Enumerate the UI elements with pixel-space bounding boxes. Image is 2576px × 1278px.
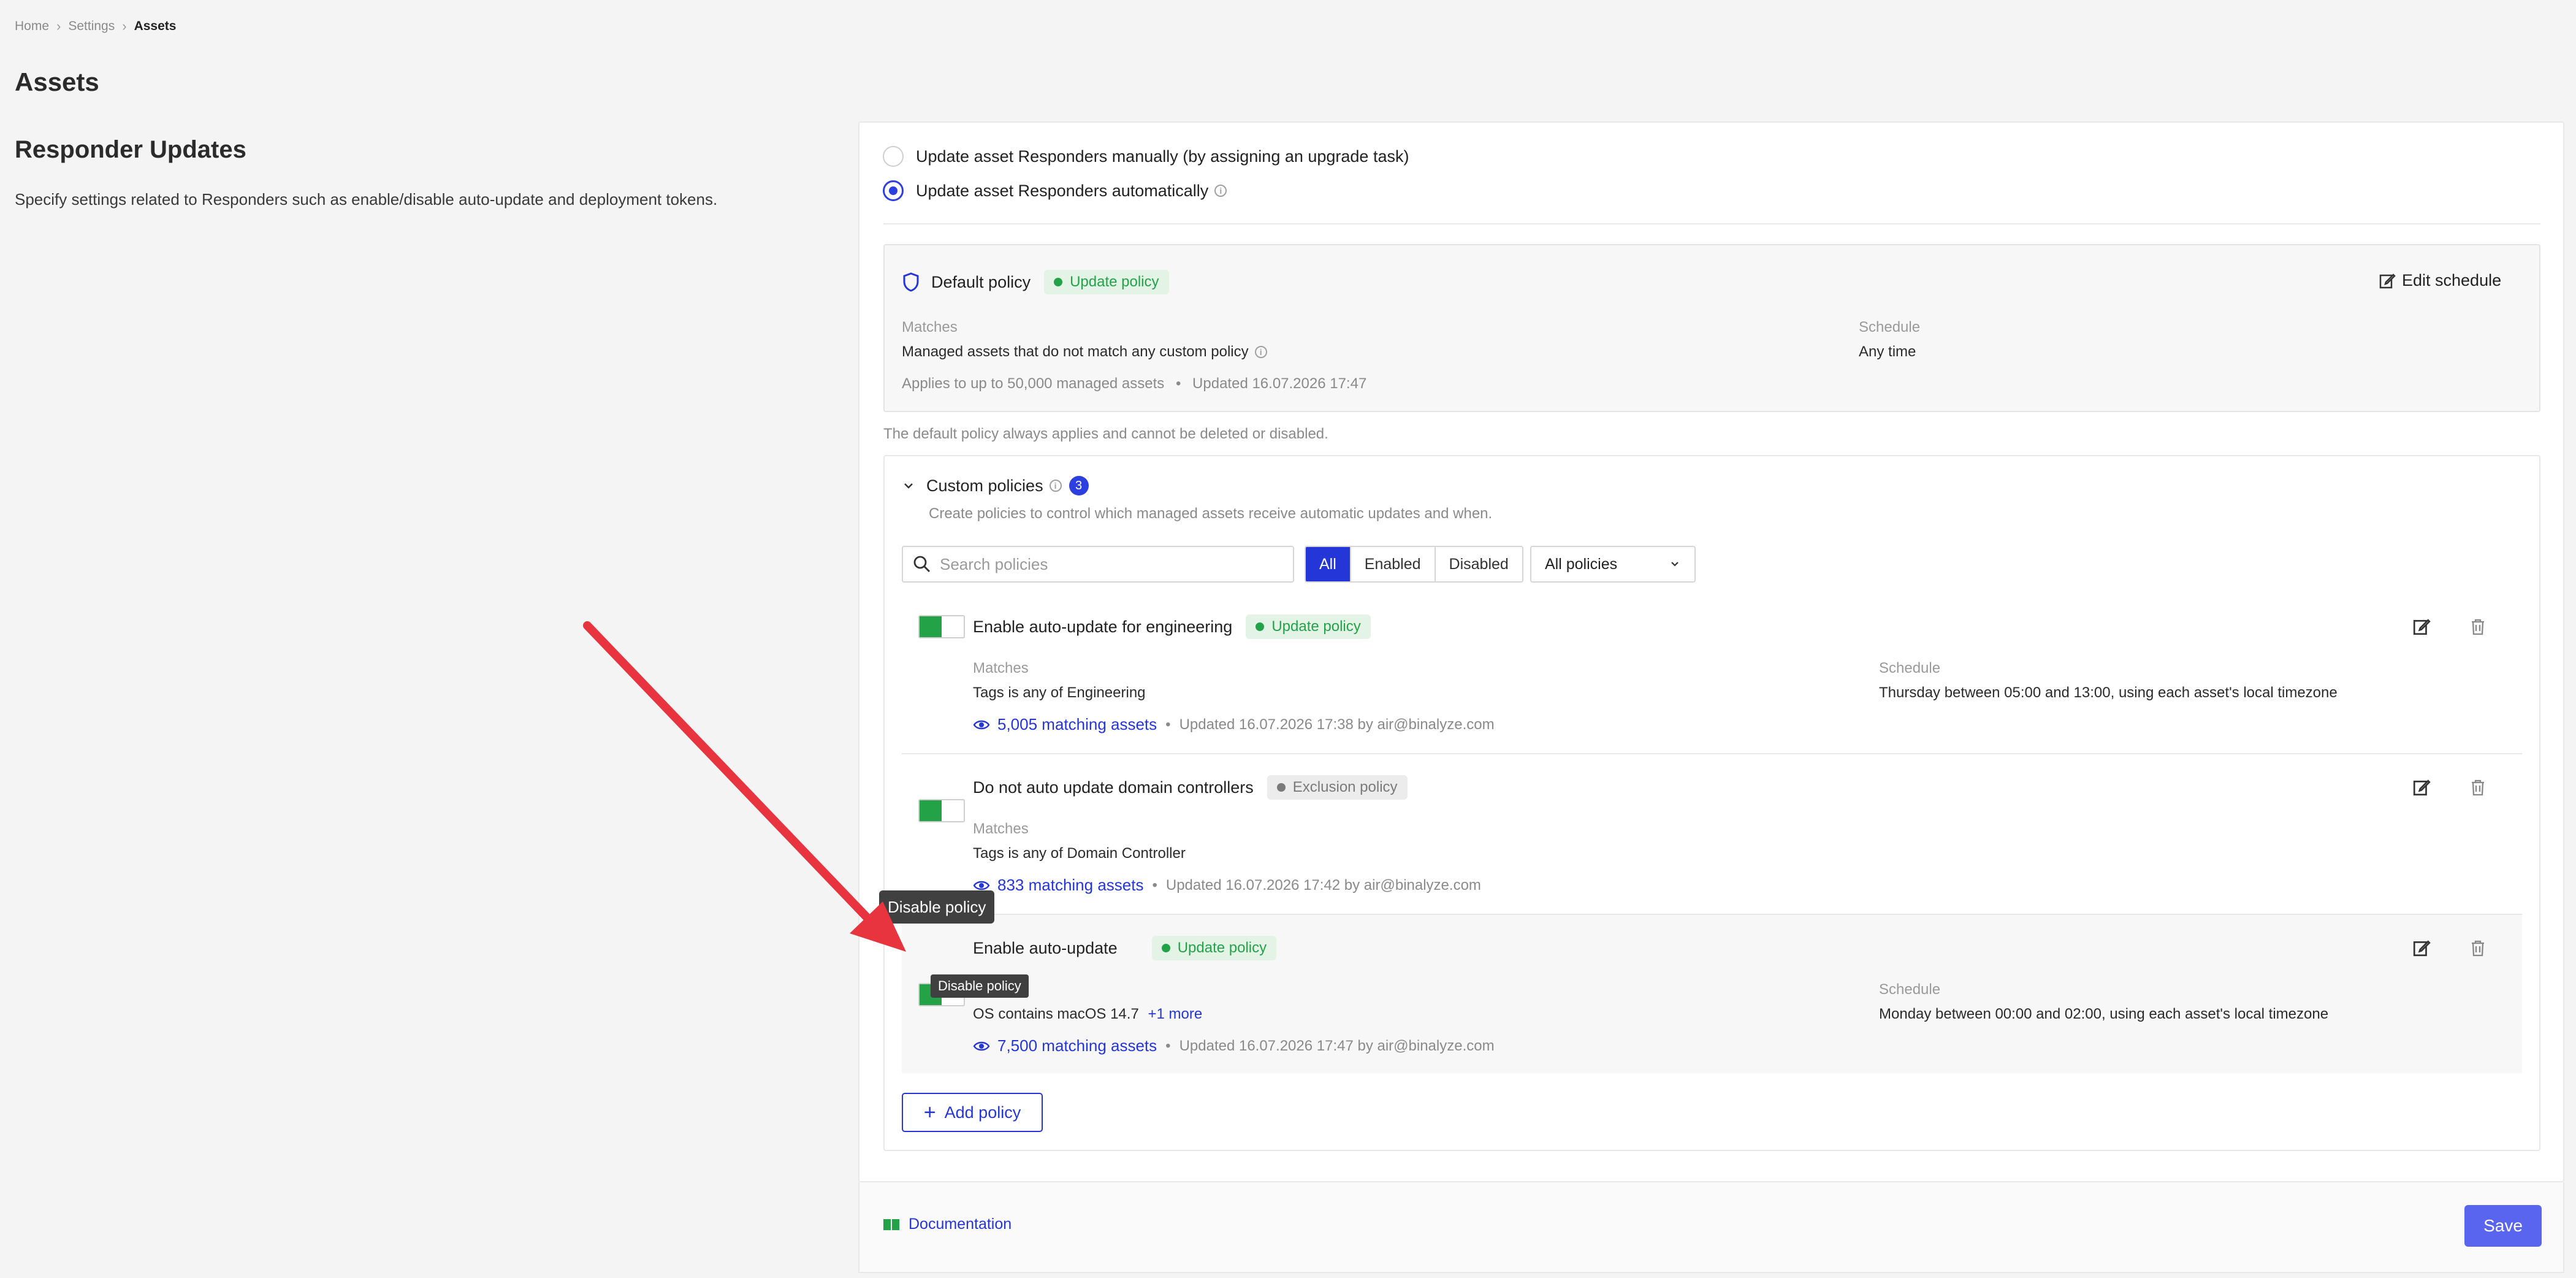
annotation-arrow-icon [583, 621, 906, 952]
